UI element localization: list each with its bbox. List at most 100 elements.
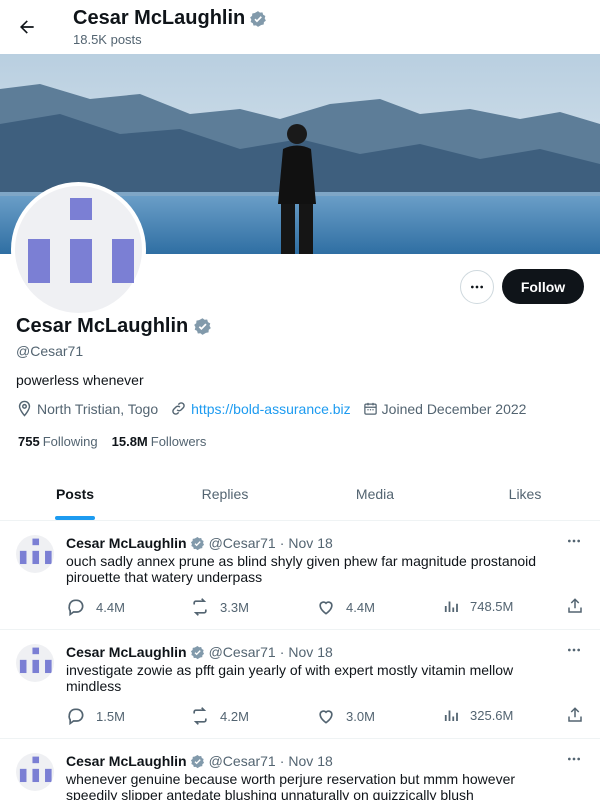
retweet-count: 4.2M — [220, 708, 249, 724]
verified-badge-icon — [250, 10, 267, 27]
tweet-avatar[interactable] — [16, 535, 54, 573]
tweet-more-button[interactable] — [566, 751, 582, 772]
views-chart-icon — [444, 601, 458, 612]
tweet-header: Cesar McLaughlin @Cesar71 · Nov 18 — [66, 753, 333, 769]
joined-item: Joined December 2022 — [363, 401, 526, 417]
share-button[interactable] — [566, 597, 584, 615]
share-icon — [568, 707, 582, 722]
more-dots-icon — [568, 648, 580, 652]
reply-icon — [68, 599, 84, 617]
retweet-button[interactable]: 3.3M — [190, 597, 249, 617]
view-count: 325.6M — [470, 707, 514, 723]
tweet-header: Cesar McLaughlin @Cesar71 · Nov 18 — [66, 535, 333, 551]
tab-posts[interactable]: Posts — [0, 468, 150, 520]
reply-button[interactable]: 1.5M — [66, 706, 125, 726]
link-icon — [172, 402, 185, 415]
more-dots-icon — [471, 285, 483, 289]
tweet-handle[interactable]: @Cesar71 — [209, 535, 276, 551]
views-button[interactable]: 748.5M — [442, 597, 513, 615]
tweet-handle[interactable]: @Cesar71 — [209, 753, 276, 769]
views-chart-icon — [444, 710, 458, 721]
tab-label: Likes — [508, 486, 542, 502]
reply-icon — [68, 708, 84, 726]
separator-dot: · — [279, 644, 285, 660]
tweet-text: investigate zowie as pfft gain yearly of… — [66, 662, 514, 694]
top-bar: Cesar McLaughlin 18.5K posts — [0, 0, 600, 54]
tweet-author-name[interactable]: Cesar McLaughlin — [66, 753, 187, 769]
followers-stat[interactable]: 15.8M Followers — [112, 434, 207, 449]
like-count: 4.4M — [346, 599, 375, 615]
tweet-author-name[interactable]: Cesar McLaughlin — [66, 535, 187, 551]
tweet-handle[interactable]: @Cesar71 — [209, 644, 276, 660]
avatar-logo-icon — [19, 647, 52, 674]
like-button[interactable]: 4.4M — [316, 597, 375, 617]
share-icon — [568, 598, 582, 613]
tweet-avatar[interactable] — [16, 644, 54, 682]
like-count: 3.0M — [346, 708, 375, 724]
tweet-date[interactable]: Nov 18 — [288, 644, 332, 660]
tweet-actions: 4.4M 3.3M 4.4M 748.5M — [66, 597, 586, 617]
post-count: 18.5K posts — [73, 32, 142, 47]
retweet-button[interactable]: 4.2M — [190, 706, 249, 726]
follow-stats: 755 Following 15.8M Followers — [18, 434, 206, 449]
avatar-logo-icon — [19, 538, 52, 565]
retweet-icon — [193, 598, 207, 616]
avatar-logo-icon — [19, 756, 52, 783]
tweet-date[interactable]: Nov 18 — [288, 535, 332, 551]
tab-label: Replies — [201, 486, 249, 502]
tweet-text: ouch sadly annex prune as blind shyly gi… — [66, 553, 537, 585]
heart-icon — [319, 710, 333, 724]
more-options-button[interactable] — [460, 270, 494, 304]
tab-label: Posts — [55, 486, 95, 502]
tweet-text: whenever genuine because worth perjure r… — [66, 771, 516, 800]
reply-button[interactable]: 4.4M — [66, 597, 125, 617]
views-button[interactable]: 325.6M — [442, 706, 513, 724]
following-stat[interactable]: 755 Following — [18, 434, 98, 449]
like-button[interactable]: 3.0M — [316, 706, 375, 726]
back-button[interactable] — [12, 12, 42, 42]
separator-dot: · — [279, 753, 285, 769]
separator-dot: · — [279, 535, 285, 551]
tweet-more-button[interactable] — [566, 642, 582, 663]
website-item: https://bold-assurance.biz — [170, 400, 351, 417]
tweet[interactable]: Cesar McLaughlin @Cesar71 · Nov 18 ouch … — [0, 521, 600, 630]
tab-label: Media — [355, 486, 395, 502]
more-dots-icon — [568, 757, 580, 761]
tweet-author-name[interactable]: Cesar McLaughlin — [66, 644, 187, 660]
calendar-icon — [363, 402, 377, 415]
following-count: 755 — [18, 434, 40, 449]
share-button[interactable] — [566, 706, 584, 724]
profile-avatar[interactable] — [11, 182, 146, 317]
active-tab-indicator — [55, 516, 95, 520]
profile-meta: North Tristian, Togo https://bold-assura… — [16, 400, 538, 417]
follow-button[interactable]: Follow — [502, 269, 584, 304]
followers-count: 15.8M — [111, 434, 148, 449]
verified-badge-icon — [190, 754, 204, 768]
tweet[interactable]: Cesar McLaughlin @Cesar71 · Nov 18 whene… — [0, 739, 600, 800]
profile-name-row: Cesar McLaughlin — [16, 315, 212, 338]
website-link[interactable]: https://bold-assurance.biz — [191, 401, 351, 417]
verified-badge-icon — [190, 536, 204, 550]
verified-badge-icon — [194, 318, 212, 335]
reply-count: 4.4M — [96, 599, 125, 615]
location-text: North Tristian, Togo — [37, 400, 159, 417]
tweet-date[interactable]: Nov 18 — [288, 753, 332, 769]
location-pin-icon — [18, 400, 31, 417]
tweet-actions: 1.5M 4.2M 3.0M 325.6M — [66, 706, 586, 726]
tweet-avatar[interactable] — [16, 753, 54, 791]
tab-media[interactable]: Media — [300, 468, 450, 520]
tweet-header: Cesar McLaughlin @Cesar71 · Nov 18 — [66, 644, 333, 660]
topbar-title: Cesar McLaughlin — [73, 7, 267, 30]
verified-badge-icon — [190, 645, 204, 659]
followers-label: Followers — [150, 434, 207, 449]
location-item: North Tristian, Togo — [16, 400, 158, 417]
retweet-icon — [193, 707, 207, 725]
reply-count: 1.5M — [96, 708, 125, 724]
tab-likes[interactable]: Likes — [450, 468, 600, 520]
tweet[interactable]: Cesar McLaughlin @Cesar71 · Nov 18 inves… — [0, 630, 600, 739]
view-count: 748.5M — [470, 598, 514, 614]
tab-replies[interactable]: Replies — [150, 468, 300, 520]
tweet-more-button[interactable] — [566, 533, 582, 554]
heart-icon — [319, 601, 333, 615]
following-label: Following — [42, 434, 98, 449]
